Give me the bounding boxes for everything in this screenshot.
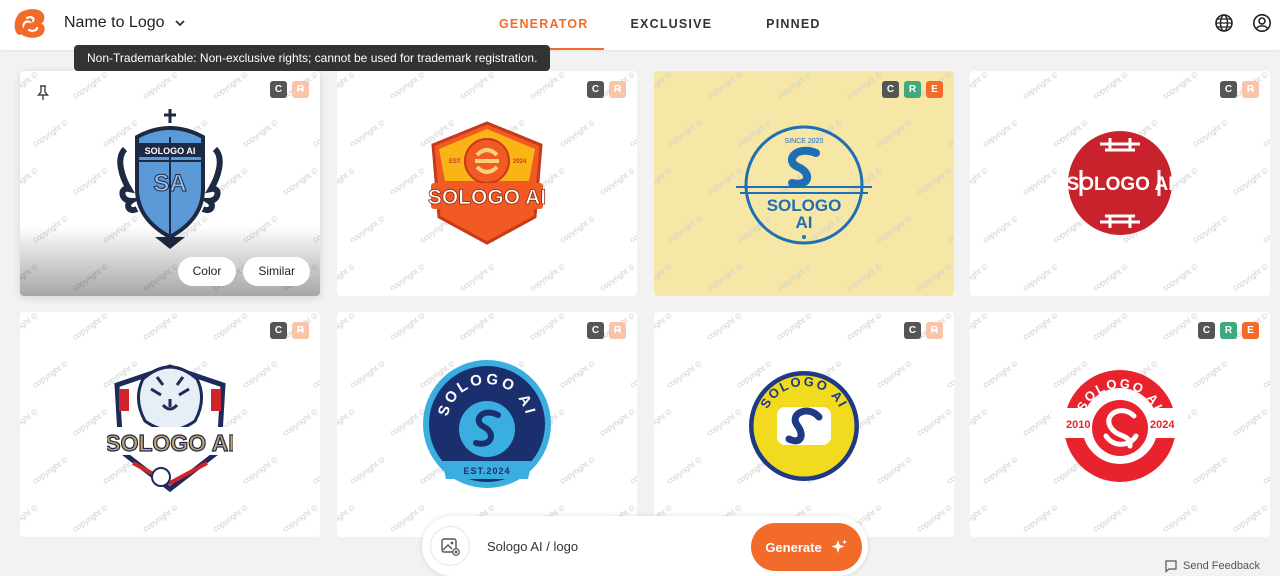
crest-monogram: SA [153,170,186,197]
year-text: 2024 [513,159,527,165]
badge-r-disabled[interactable]: R [609,81,626,98]
logo-text: SOLOGO AI [1067,174,1173,195]
badge-c[interactable]: C [270,322,287,339]
prompt-bar: Sologo AI / logo Generate [422,516,868,576]
logo-card[interactable]: copyright © copyright © copyright © copyrig… [654,312,954,537]
top-bar: Name to Logo GENERATOR EXCLUSIVE PINNED [0,0,1280,50]
globe-icon[interactable] [1214,13,1234,33]
trademark-tooltip: Non-Trademarkable: Non-exclusive rights;… [74,45,551,71]
est-text: EST.2024 [463,466,510,476]
red-seal-logo-image: SOLOGO AI [1067,130,1173,235]
sparkle-icon [831,539,847,553]
badge-r-disabled[interactable]: R [926,322,943,339]
logo-text: SOLOGO AI [428,186,546,209]
logo-text: SOLOGO AI [107,430,233,456]
prompt-input[interactable]: Sologo AI / logo [487,539,578,554]
feedback-icon [1165,560,1177,573]
logo-card[interactable]: copyright © copyright © copyright © copyrig… [337,71,637,296]
upload-image-button[interactable] [430,526,470,566]
image-upload-icon [441,538,460,556]
logo-card[interactable]: copyright © copyright © copyright © copyrig… [337,312,637,537]
chevron-down-icon [174,20,185,27]
tiger-shield-logo-image: SOLOGO AI [107,363,233,492]
license-badges: C R [904,322,943,339]
tab-generator[interactable]: GENERATOR [484,0,604,50]
badge-c[interactable]: C [1198,322,1215,339]
logo-card[interactable]: copyright © copyright © copyright © copyrig… [970,312,1270,537]
app-title: Name to Logo [64,14,165,31]
license-badges: C R [270,322,309,339]
navy-circle-logo-image: SOLOGO AI EST.2024 [423,359,551,488]
license-badges: C R [587,322,626,339]
license-badges: C R [1220,81,1259,98]
similar-button[interactable]: Similar [243,257,310,286]
logo-card[interactable]: copyright © copyright © copyright © copyrig… [970,71,1270,296]
year-left-text: 2010 [1066,419,1090,431]
color-button[interactable]: Color [177,257,237,286]
since-text: SINCE 2020 [785,138,824,145]
badge-r-disabled[interactable]: R [292,322,309,339]
license-badges: C R E [1198,322,1259,339]
tab-exclusive[interactable]: EXCLUSIVE [616,0,728,50]
est-text: EST. [449,159,462,165]
badge-r-disabled[interactable]: R [1242,81,1259,98]
pin-icon[interactable] [36,85,50,101]
tab-pinned[interactable]: PINNED [751,0,835,50]
header-icons [1214,13,1272,33]
badge-c[interactable]: C [904,322,921,339]
app-logo-icon[interactable] [13,8,49,40]
hexagon-badge-logo-image: EST. 2024 SOLOGO AI [427,120,547,245]
user-icon[interactable] [1252,13,1272,33]
badge-c[interactable]: C [587,322,604,339]
generate-label: Generate [765,539,822,555]
logo-text-line2: AI [796,213,813,232]
logo-card[interactable]: copyright © copyright © copyright © copyrig… [20,71,320,296]
main-tabs: GENERATOR EXCLUSIVE PINNED [484,0,836,50]
badge-r[interactable]: R [904,81,921,98]
license-badges: C R [587,81,626,98]
badge-c[interactable]: C [587,81,604,98]
badge-e[interactable]: E [926,81,943,98]
send-feedback-link[interactable]: Send Feedback [1164,559,1260,573]
logo-card[interactable]: copyright © copyright © copyright © copyrig… [20,312,320,537]
send-feedback-label: Send Feedback [1183,560,1261,572]
generate-button[interactable]: Generate [751,523,862,571]
badge-c[interactable]: C [882,81,899,98]
yellow-circle-logo-image: SOLOGO AI [749,370,859,481]
license-badges: C R E [882,81,943,98]
red-swirl-logo-image: SOLOGO AI 2010 2024 [1052,369,1188,482]
badge-r-disabled[interactable]: R [292,81,309,98]
badge-r-disabled[interactable]: R [609,322,626,339]
card-actions: Color Similar [177,257,310,286]
badge-e[interactable]: E [1242,322,1259,339]
app-title-dropdown[interactable]: Name to Logo [64,14,187,32]
badge-r[interactable]: R [1220,322,1237,339]
year-right-text: 2024 [1150,419,1175,431]
license-badges: C R [270,81,309,98]
badge-c[interactable]: C [270,81,287,98]
logo-card[interactable]: copyright © copyright © copyright © copyrig… [654,71,954,296]
circle-emblem-logo-image: SINCE 2020 SOLOGO AI [736,125,872,244]
badge-c[interactable]: C [1220,81,1237,98]
crest-logo-text: SOLOGO AI [145,146,196,156]
